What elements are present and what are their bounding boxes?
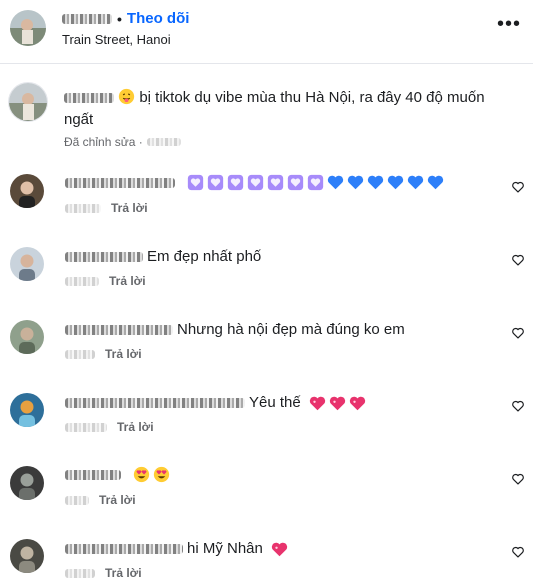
more-options-icon[interactable]: •••	[497, 14, 521, 34]
pink-heart-emoji-icon	[349, 396, 365, 410]
commenter-avatar[interactable]	[10, 393, 44, 427]
commenter-name-blurred[interactable]	[65, 252, 143, 262]
commenter-name-blurred[interactable]	[65, 398, 245, 408]
comment-item: Trả lời	[0, 174, 533, 244]
comment-time-blurred	[65, 276, 99, 286]
author-avatar[interactable]	[10, 10, 46, 46]
heart-eyes-emoji-icon	[153, 466, 170, 483]
comment-item: Nhưng hà nội đẹp mà đúng ko em Trả lời	[0, 320, 533, 390]
purple-heart-emoji-icon	[287, 174, 304, 191]
like-heart-icon[interactable]	[511, 253, 525, 267]
reply-button[interactable]: Trả lời	[99, 493, 136, 507]
commenter-name-blurred[interactable]	[65, 325, 173, 335]
caption-text: bị tiktok dụ vibe mùa thu Hà Nội, ra đây…	[64, 87, 514, 131]
pink-heart-emoji-icon	[271, 542, 288, 556]
comment-time-blurred	[65, 422, 107, 432]
pink-heart-emoji-icon	[329, 396, 345, 410]
blue-heart-emoji-icon	[407, 175, 424, 190]
comment-time-blurred	[65, 568, 95, 578]
purple-heart-emoji-icon	[207, 174, 224, 191]
comment-time-blurred	[65, 203, 101, 213]
purple-heart-emoji-icon	[307, 174, 324, 191]
reply-button[interactable]: Trả lời	[105, 566, 142, 580]
reply-button[interactable]: Trả lời	[105, 347, 142, 361]
like-heart-icon[interactable]	[511, 472, 525, 486]
comment-text: Em đẹp nhất phố	[147, 248, 262, 265]
comment-time-blurred	[65, 495, 89, 505]
blue-heart-emoji-icon	[347, 175, 364, 190]
purple-heart-emoji-icon	[227, 174, 244, 191]
caption-username-blurred[interactable]	[64, 93, 114, 104]
like-heart-icon[interactable]	[511, 326, 525, 340]
heart-eyes-emoji-icon	[133, 466, 150, 483]
comment-time-blurred	[65, 349, 95, 359]
reply-button[interactable]: Trả lời	[117, 420, 154, 434]
post-header: • Theo dõi Train Street, Hanoi •••	[0, 0, 533, 64]
commenter-name-blurred[interactable]	[65, 544, 183, 554]
blue-heart-emoji-icon	[427, 175, 444, 190]
comment-item: Em đẹp nhất phố Trả lời	[0, 247, 533, 317]
commenter-avatar[interactable]	[10, 539, 44, 573]
blue-heart-emoji-icon	[367, 175, 384, 190]
location-link[interactable]: Train Street, Hanoi	[62, 32, 171, 47]
comment-emojis	[309, 395, 366, 412]
like-heart-icon[interactable]	[511, 545, 525, 559]
follow-button[interactable]: Theo dõi	[127, 10, 190, 27]
purple-heart-emoji-icon	[187, 174, 204, 191]
caption-time-blurred	[146, 138, 181, 146]
comment-item: Yêu thế Trả lời	[0, 393, 533, 463]
reply-button[interactable]: Trả lời	[111, 201, 148, 215]
comment-emojis	[271, 541, 288, 558]
commenter-avatar[interactable]	[10, 466, 44, 500]
comment-text: Nhưng hà nội đẹp mà đúng ko em	[177, 321, 405, 338]
tongue-face-emoji-icon	[119, 88, 135, 105]
comment-item: Trả lời	[0, 466, 533, 536]
purple-heart-emoji-icon	[267, 174, 284, 191]
pink-heart-emoji-icon	[309, 396, 325, 410]
commenter-name-blurred[interactable]	[65, 177, 175, 188]
reply-button[interactable]: Trả lời	[109, 274, 146, 288]
comment-text: hi Mỹ Nhân	[187, 540, 263, 557]
blue-heart-emoji-icon	[327, 175, 344, 190]
author-name-blurred[interactable]	[62, 13, 112, 24]
caption-author-avatar[interactable]	[8, 82, 48, 122]
commenter-avatar[interactable]	[10, 320, 44, 354]
comment-emojis	[187, 174, 444, 191]
like-heart-icon[interactable]	[511, 180, 525, 194]
commenter-name-blurred[interactable]	[65, 469, 121, 480]
edited-label: Đã chỉnh sửa ·	[64, 135, 143, 149]
commenter-avatar[interactable]	[10, 247, 44, 281]
blue-heart-emoji-icon	[387, 175, 404, 190]
purple-heart-emoji-icon	[247, 174, 264, 191]
comment-item: hi Mỹ Nhân Trả lời	[0, 539, 533, 583]
comment-emojis	[133, 466, 170, 483]
comment-text: Yêu thế	[249, 394, 301, 411]
like-heart-icon[interactable]	[511, 399, 525, 413]
separator-dot: •	[117, 10, 122, 27]
commenter-avatar[interactable]	[10, 174, 44, 208]
